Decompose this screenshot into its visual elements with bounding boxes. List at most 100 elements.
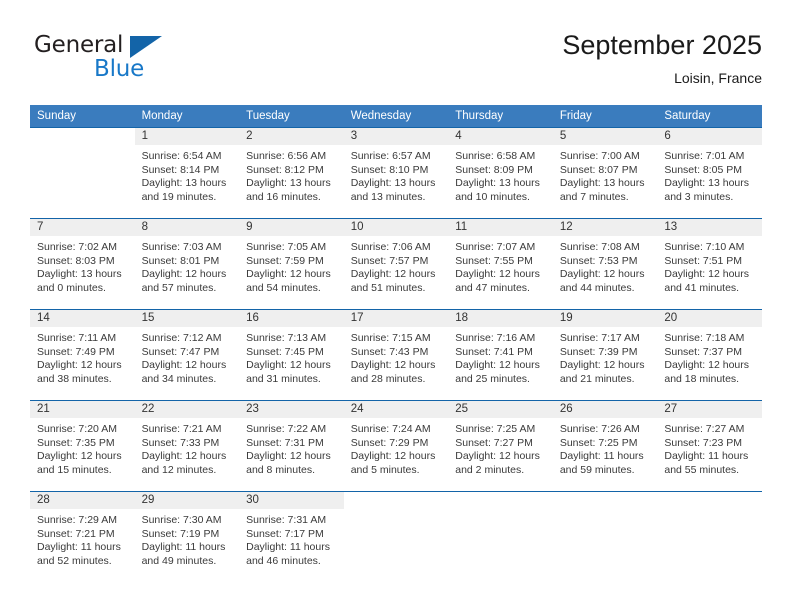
calendar-cell: 6 Sunrise: 7:01 AM Sunset: 8:05 PM Daylight… xyxy=(657,127,762,219)
sunset-text: Sunset: 7:37 PM xyxy=(664,345,743,358)
day-cell[interactable]: 15 Sunrise: 7:12 AM Sunset: 7:47 PM Dayligh… xyxy=(134,310,240,399)
daylight-text-line1: Daylight: 12 hours xyxy=(559,359,645,372)
day-cell[interactable]: 2 Sunrise: 6:56 AM Sunset: 8:12 PM Daylight… xyxy=(239,128,344,217)
general-blue-logo[interactable]: General Blue xyxy=(34,32,214,88)
day-number: 1 xyxy=(134,128,240,145)
daylight-text-line1: Daylight: 12 hours xyxy=(141,450,227,463)
day-details: Sunrise: 7:01 AM Sunset: 8:05 PM Daylight:… xyxy=(657,145,762,204)
sunrise-text: Sunrise: 7:02 AM xyxy=(37,241,117,253)
day-cell[interactable]: 29 Sunrise: 7:30 AM Sunset: 7:19 PM Dayligh… xyxy=(134,492,240,581)
weekday-header-friday: Friday xyxy=(552,105,658,128)
day-cell[interactable]: 21 Sunrise: 7:20 AM Sunset: 7:35 PM Dayligh… xyxy=(30,401,135,490)
day-cell[interactable]: 11 Sunrise: 7:07 AM Sunset: 7:55 PM Dayligh… xyxy=(448,219,553,308)
day-cell[interactable]: 10 Sunrise: 7:06 AM Sunset: 7:57 PM Dayligh… xyxy=(343,219,449,308)
calendar-cell: 25 Sunrise: 7:25 AM Sunset: 7:27 PM Dayligh… xyxy=(448,400,553,492)
day-number: 30 xyxy=(239,492,344,509)
daylight-text-line1: Daylight: 12 hours xyxy=(455,450,540,463)
calendar-week-row: 28 Sunrise: 7:29 AM Sunset: 7:21 PM Dayligh… xyxy=(30,491,762,582)
weekday-header-thursday: Thursday xyxy=(448,105,553,128)
daylight-text-line1: Daylight: 12 hours xyxy=(350,450,436,463)
day-cell[interactable]: 8 Sunrise: 7:03 AM Sunset: 8:01 PM Daylight… xyxy=(134,219,240,308)
daylight-text-line1: Daylight: 11 hours xyxy=(559,450,644,463)
day-cell-empty xyxy=(553,492,658,581)
day-cell[interactable]: 20 Sunrise: 7:18 AM Sunset: 7:37 PM Dayligh… xyxy=(657,310,762,399)
daylight-text-line2: and 19 minutes. xyxy=(141,190,217,203)
daylight-text-line1: Daylight: 12 hours xyxy=(664,359,750,372)
daylight-text-line1: Daylight: 12 hours xyxy=(141,268,227,281)
sunset-text: Sunset: 8:14 PM xyxy=(141,163,220,176)
day-details: Sunrise: 7:30 AM Sunset: 7:19 PM Daylight:… xyxy=(135,509,240,568)
calendar-header-row: Sunday Monday Tuesday Wednesday Thursday… xyxy=(30,105,762,128)
day-number: 11 xyxy=(448,219,553,236)
calendar-body: 1 Sunrise: 6:54 AM Sunset: 8:14 PM Daylight… xyxy=(30,127,762,582)
day-cell[interactable]: 14 Sunrise: 7:11 AM Sunset: 7:49 PM Dayligh… xyxy=(30,310,135,399)
day-details: Sunrise: 7:16 AM Sunset: 7:41 PM Daylight:… xyxy=(448,327,553,386)
day-cell[interactable]: 9 Sunrise: 7:05 AM Sunset: 7:59 PM Daylight… xyxy=(239,219,344,308)
day-cell[interactable]: 4 Sunrise: 6:58 AM Sunset: 8:09 PM Daylight… xyxy=(448,128,553,217)
sunrise-text: Sunrise: 7:30 AM xyxy=(141,514,222,526)
day-cell[interactable]: 27 Sunrise: 7:27 AM Sunset: 7:23 PM Dayligh… xyxy=(657,401,762,490)
day-cell[interactable]: 7 Sunrise: 7:02 AM Sunset: 8:03 PM Daylight… xyxy=(30,219,135,308)
calendar-cell: 21 Sunrise: 7:20 AM Sunset: 7:35 PM Dayligh… xyxy=(30,400,135,492)
daylight-text-line2: and 13 minutes. xyxy=(350,190,426,203)
day-number: 26 xyxy=(552,401,658,418)
sunset-text: Sunset: 8:01 PM xyxy=(141,254,220,267)
day-cell[interactable]: 3 Sunrise: 6:57 AM Sunset: 8:10 PM Daylight… xyxy=(343,128,449,217)
daylight-text-line2: and 2 minutes. xyxy=(455,463,525,476)
day-cell[interactable]: 23 Sunrise: 7:22 AM Sunset: 7:31 PM Dayligh… xyxy=(239,401,344,490)
calendar-cell: 5 Sunrise: 7:00 AM Sunset: 8:07 PM Daylight… xyxy=(552,127,658,219)
day-number: 19 xyxy=(552,310,658,327)
daylight-text-line2: and 49 minutes. xyxy=(141,554,217,567)
daylight-text-line1: Daylight: 11 hours xyxy=(141,541,226,554)
day-details xyxy=(30,145,135,150)
daylight-text-line2: and 0 minutes. xyxy=(37,281,106,294)
weekday-header-wednesday: Wednesday xyxy=(343,105,449,128)
day-number: 13 xyxy=(657,219,762,236)
day-cell[interactable]: 25 Sunrise: 7:25 AM Sunset: 7:27 PM Dayligh… xyxy=(448,401,553,490)
calendar-cell: 15 Sunrise: 7:12 AM Sunset: 7:47 PM Dayligh… xyxy=(134,309,240,401)
sunset-text: Sunset: 7:41 PM xyxy=(455,345,533,358)
calendar-cell: 24 Sunrise: 7:24 AM Sunset: 7:29 PM Dayligh… xyxy=(343,400,449,492)
day-cell[interactable]: 1 Sunrise: 6:54 AM Sunset: 8:14 PM Daylight… xyxy=(134,128,240,217)
sunrise-text: Sunrise: 7:10 AM xyxy=(664,241,745,253)
daylight-text-line1: Daylight: 12 hours xyxy=(559,268,645,281)
day-number: 5 xyxy=(552,128,658,145)
day-cell[interactable]: 28 Sunrise: 7:29 AM Sunset: 7:21 PM Dayligh… xyxy=(30,492,135,581)
day-cell[interactable]: 18 Sunrise: 7:16 AM Sunset: 7:41 PM Dayligh… xyxy=(448,310,553,399)
day-cell[interactable]: 26 Sunrise: 7:26 AM Sunset: 7:25 PM Dayligh… xyxy=(552,401,658,490)
daylight-text-line1: Daylight: 12 hours xyxy=(37,359,122,372)
page-title: September 2025 xyxy=(562,30,762,60)
day-cell[interactable]: 24 Sunrise: 7:24 AM Sunset: 7:29 PM Dayligh… xyxy=(343,401,449,490)
calendar-cell: 10 Sunrise: 7:06 AM Sunset: 7:57 PM Dayligh… xyxy=(343,218,449,310)
calendar-cell: 18 Sunrise: 7:16 AM Sunset: 7:41 PM Dayligh… xyxy=(448,309,553,401)
day-details xyxy=(344,509,449,514)
calendar-cell: 9 Sunrise: 7:05 AM Sunset: 7:59 PM Daylight… xyxy=(239,218,344,310)
calendar-cell: 14 Sunrise: 7:11 AM Sunset: 7:49 PM Dayligh… xyxy=(30,309,135,401)
daylight-text-line1: Daylight: 12 hours xyxy=(246,359,331,372)
day-cell[interactable]: 6 Sunrise: 7:01 AM Sunset: 8:05 PM Daylight… xyxy=(657,128,762,217)
day-cell[interactable]: 12 Sunrise: 7:08 AM Sunset: 7:53 PM Dayligh… xyxy=(552,219,658,308)
day-details: Sunrise: 7:06 AM Sunset: 7:57 PM Daylight:… xyxy=(344,236,449,295)
sunset-text: Sunset: 7:47 PM xyxy=(141,345,220,358)
calendar-cell xyxy=(30,127,135,219)
day-number: 18 xyxy=(448,310,553,327)
sunset-text: Sunset: 7:33 PM xyxy=(141,436,220,449)
weekday-header-tuesday: Tuesday xyxy=(239,105,344,128)
day-cell[interactable]: 16 Sunrise: 7:13 AM Sunset: 7:45 PM Dayligh… xyxy=(239,310,344,399)
day-cell[interactable]: 30 Sunrise: 7:31 AM Sunset: 7:17 PM Dayligh… xyxy=(239,492,344,581)
sunrise-text: Sunrise: 7:27 AM xyxy=(664,423,745,435)
sunset-text: Sunset: 8:05 PM xyxy=(664,163,743,176)
day-cell[interactable]: 13 Sunrise: 7:10 AM Sunset: 7:51 PM Dayligh… xyxy=(657,219,762,308)
sunrise-text: Sunrise: 7:13 AM xyxy=(246,332,327,344)
sunrise-text: Sunrise: 7:18 AM xyxy=(664,332,745,344)
day-details: Sunrise: 7:13 AM Sunset: 7:45 PM Daylight:… xyxy=(239,327,344,386)
daylight-text-line1: Daylight: 12 hours xyxy=(246,450,331,463)
day-cell[interactable]: 22 Sunrise: 7:21 AM Sunset: 7:33 PM Dayligh… xyxy=(134,401,240,490)
day-cell[interactable]: 5 Sunrise: 7:00 AM Sunset: 8:07 PM Daylight… xyxy=(552,128,658,217)
sunset-text: Sunset: 7:39 PM xyxy=(559,345,638,358)
daylight-text-line1: Daylight: 13 hours xyxy=(455,177,540,190)
day-cell[interactable]: 19 Sunrise: 7:17 AM Sunset: 7:39 PM Dayligh… xyxy=(552,310,658,399)
day-details: Sunrise: 7:18 AM Sunset: 7:37 PM Daylight:… xyxy=(657,327,762,386)
day-cell[interactable]: 17 Sunrise: 7:15 AM Sunset: 7:43 PM Dayligh… xyxy=(343,310,449,399)
day-number: 9 xyxy=(239,219,344,236)
